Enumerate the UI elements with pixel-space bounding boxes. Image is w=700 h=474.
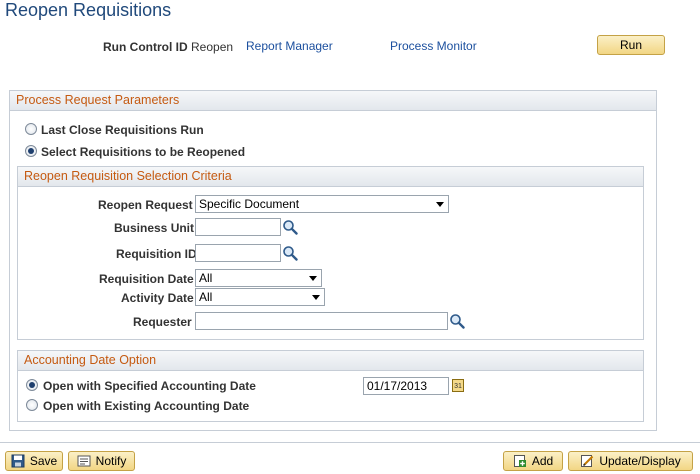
- business-unit-label: Business Unit: [114, 221, 195, 235]
- select-requisitions-radio[interactable]: [25, 145, 37, 157]
- activity-date-select[interactable]: All: [195, 288, 325, 306]
- report-manager-link[interactable]: Report Manager: [246, 39, 333, 53]
- calendar-icon[interactable]: 31: [452, 379, 464, 392]
- run-button[interactable]: Run: [597, 35, 665, 55]
- requisition-date-value: All: [199, 271, 213, 285]
- accounting-date-option-header: Accounting Date Option: [18, 351, 643, 371]
- page-title: Reopen Requisitions: [5, 0, 172, 20]
- requisition-id-label: Requisition ID: [116, 247, 197, 261]
- update-display-button[interactable]: Update/Display: [568, 451, 693, 471]
- requisition-id-input[interactable]: [195, 244, 281, 262]
- dropdown-arrow-icon: [436, 202, 444, 207]
- process-request-parameters-header: Process Request Parameters: [10, 91, 656, 111]
- toolbar-divider: [0, 442, 700, 443]
- last-close-run-label: Last Close Requisitions Run: [41, 123, 204, 137]
- reopen-request-label: Reopen Request: [98, 198, 193, 212]
- requisition-date-select[interactable]: All: [195, 269, 322, 287]
- business-unit-lookup-icon[interactable]: [282, 219, 298, 235]
- requisition-id-lookup-icon[interactable]: [282, 245, 298, 261]
- selection-criteria-header: Reopen Requisition Selection Criteria: [18, 167, 643, 187]
- existing-accounting-date-radio[interactable]: [26, 399, 38, 411]
- save-icon: [11, 454, 25, 468]
- notify-button[interactable]: Notify: [68, 451, 135, 471]
- calendar-glyph: 31: [454, 383, 462, 390]
- run-control-value: Reopen: [191, 40, 234, 54]
- add-label: Add: [531, 454, 554, 468]
- save-label: Save: [29, 454, 58, 468]
- requisition-date-label: Requisition Date: [99, 272, 194, 286]
- select-requisitions-label: Select Requisitions to be Reopened: [41, 145, 246, 159]
- radio-selected-dot: [28, 148, 34, 154]
- dropdown-arrow-icon: [309, 276, 317, 281]
- radio-selected-dot: [29, 382, 35, 388]
- last-close-run-radio[interactable]: [25, 123, 37, 135]
- notify-icon: [77, 455, 91, 467]
- business-unit-input[interactable]: [195, 218, 281, 236]
- notify-label: Notify: [95, 454, 127, 468]
- update-display-icon: [581, 455, 594, 467]
- requester-label: Requester: [133, 315, 192, 329]
- activity-date-label: Activity Date: [121, 291, 194, 305]
- run-control-label: Run Control ID: [103, 40, 188, 54]
- accounting-date-input[interactable]: 01/17/2013: [363, 377, 449, 395]
- reopen-request-select[interactable]: Specific Document: [195, 195, 449, 213]
- requester-input[interactable]: [195, 312, 448, 330]
- specified-accounting-date-radio[interactable]: [26, 379, 38, 391]
- dropdown-arrow-icon: [312, 295, 320, 300]
- activity-date-value: All: [199, 290, 213, 304]
- add-icon: [513, 455, 526, 467]
- process-monitor-link[interactable]: Process Monitor: [390, 39, 477, 53]
- update-display-label: Update/Display: [599, 454, 681, 468]
- reopen-request-value: Specific Document: [199, 197, 300, 211]
- specified-accounting-date-label: Open with Specified Accounting Date: [43, 379, 256, 393]
- add-button[interactable]: Add: [503, 451, 563, 471]
- existing-accounting-date-label: Open with Existing Accounting Date: [43, 399, 250, 413]
- save-button[interactable]: Save: [5, 451, 63, 471]
- requester-lookup-icon[interactable]: [449, 313, 465, 329]
